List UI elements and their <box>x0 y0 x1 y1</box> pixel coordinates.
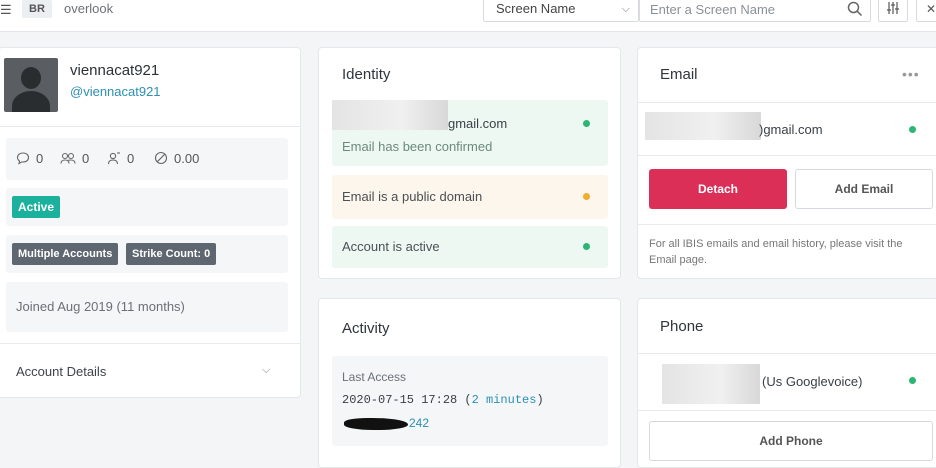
status-dot-green <box>583 120 590 127</box>
redacted-ip <box>344 418 408 430</box>
email-address: )gmail.com <box>759 122 823 137</box>
add-phone-button[interactable]: Add Phone <box>649 421 933 461</box>
app-name: overlook <box>64 1 114 16</box>
multiple-accounts-tag[interactable]: Multiple Accounts <box>12 243 119 265</box>
search-icon[interactable] <box>846 0 864 18</box>
comment-icon <box>16 152 30 165</box>
joined-block: Joined Aug 2019 (11 months) <box>6 282 288 332</box>
email-title: Email <box>660 66 698 83</box>
top-bar: ☰ BR overlook Screen Name ⌵ ✕ <box>0 0 936 32</box>
activity-title: Activity <box>342 320 390 337</box>
add-email-button[interactable]: Add Email <box>795 169 933 209</box>
account-active-row: Account is active <box>332 226 608 268</box>
redacted-phone <box>662 364 760 404</box>
detach-button[interactable]: Detach <box>649 169 787 209</box>
last-access-time: 2020-07-15 17:28 (2 minutes) <box>342 393 544 407</box>
close-icon: ✕ <box>925 2 936 16</box>
search-type-value: Screen Name <box>496 1 576 16</box>
account-details-toggle[interactable]: Account Details <box>16 364 106 379</box>
email-domain: gmail.com <box>448 116 508 131</box>
sliders-icon <box>887 2 899 14</box>
status-block: Active <box>6 188 288 226</box>
search-input[interactable] <box>650 0 840 21</box>
status-dot-orange <box>583 193 590 200</box>
search-type-select[interactable]: Screen Name ⌵ <box>483 0 639 22</box>
chevron-down-icon[interactable]: ⌵ <box>262 364 270 377</box>
redacted-email <box>645 112 761 140</box>
ban-icon <box>154 151 168 165</box>
status-badge: Active <box>12 196 61 218</box>
comments-stat: 0 <box>16 151 43 166</box>
last-access-relative: 2 minutes <box>471 393 537 407</box>
followers-stat: 0 <box>107 151 134 166</box>
more-icon[interactable]: ••• <box>902 66 920 82</box>
avatar <box>4 58 58 112</box>
redacted-email <box>332 100 448 130</box>
phone-carrier: (Us Googlevoice) <box>762 374 863 389</box>
hamburger-icon[interactable]: ☰ <box>0 2 12 18</box>
profile-username: viennacat921 <box>70 62 160 79</box>
joined-date: Joined Aug 2019 (11 months) <box>16 299 185 314</box>
tags-block: Multiple Accounts Strike Count: 0 <box>6 235 288 273</box>
email-note: For all IBIS emails and email history, p… <box>649 238 903 266</box>
strikes-stat: 0.00 <box>154 151 199 166</box>
last-access-block: Last Access 2020-07-15 17:28 (2 minutes)… <box>332 356 608 446</box>
users-icon <box>60 152 76 164</box>
close-button[interactable]: ✕ <box>916 0 936 22</box>
public-domain-row: Email is a public domain <box>332 175 608 219</box>
last-access-label: Last Access <box>342 370 407 384</box>
stats-row: 0 0 0 0.00 <box>6 138 288 180</box>
profile-handle[interactable]: @viennacat921 <box>70 84 161 99</box>
phone-title: Phone <box>660 318 704 335</box>
friends-stat: 0 <box>60 151 89 166</box>
email-identity-row: gmail.com Email has been confirmed <box>332 100 608 166</box>
email-confirmed-text: Email has been confirmed <box>342 139 493 154</box>
filter-button[interactable] <box>878 0 908 22</box>
ip-address-link[interactable]: 242 <box>409 416 429 430</box>
search-box <box>639 0 871 22</box>
public-domain-text: Email is a public domain <box>342 189 483 204</box>
chevron-down-icon: ⌵ <box>621 3 630 15</box>
account-active-text: Account is active <box>342 239 440 254</box>
status-dot-green <box>583 243 590 250</box>
user-icon <box>107 152 120 165</box>
identity-title: Identity <box>342 66 391 83</box>
status-dot-green <box>909 377 916 384</box>
status-dot-green <box>909 126 916 133</box>
strike-count-tag[interactable]: Strike Count: 0 <box>126 243 217 265</box>
app-badge[interactable]: BR <box>22 0 52 18</box>
